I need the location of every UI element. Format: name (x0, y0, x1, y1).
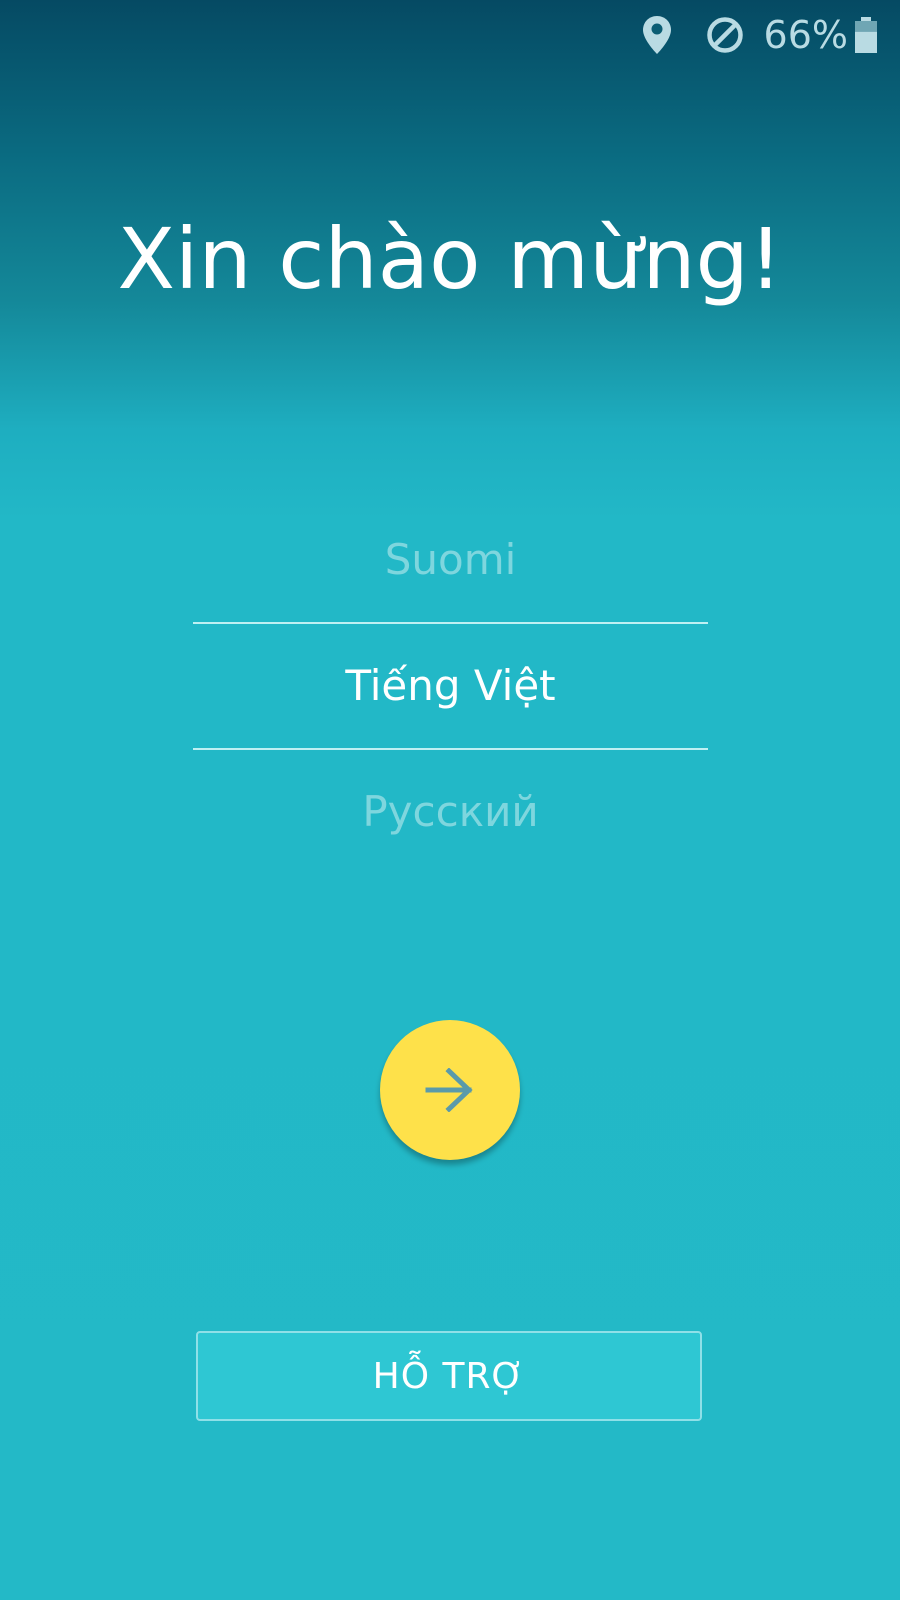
welcome-title: Xin chào mừng! (117, 210, 783, 308)
language-option-suomi[interactable]: Suomi (193, 510, 708, 622)
battery-percentage: 66% (763, 13, 848, 57)
next-button[interactable] (380, 1020, 520, 1160)
battery-icon (854, 17, 878, 53)
language-picker[interactable]: Suomi Tiếng Việt Русский (193, 510, 708, 874)
location-icon (642, 15, 672, 55)
do-not-disturb-icon (706, 16, 744, 54)
arrow-right-icon (425, 1068, 475, 1112)
language-option-russian[interactable]: Русский (193, 750, 708, 874)
status-bar: 66% (642, 0, 900, 70)
support-button[interactable]: HỖ TRỢ (196, 1331, 702, 1421)
language-option-selected[interactable]: Tiếng Việt (193, 622, 708, 750)
